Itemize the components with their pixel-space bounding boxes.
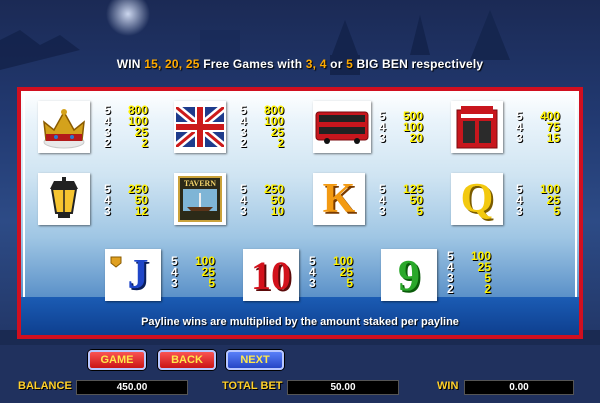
- win-label: WIN: [437, 380, 459, 392]
- paytable-panel: 5 800 4 100 3 25 22 5 800 4 100 3 25 22 5 500: [17, 87, 583, 339]
- next-button[interactable]: NEXT: [226, 350, 284, 370]
- union-flag-icon: [174, 101, 226, 153]
- letter-k-icon: K: [313, 173, 365, 225]
- nine-label: 9: [398, 250, 420, 300]
- double-decker-bus-icon: [313, 101, 371, 153]
- letter-j-icon: J: [105, 249, 161, 301]
- number-10-icon: 10: [243, 249, 299, 301]
- lamp-payouts: 5 250 4 50 3 12: [104, 182, 148, 218]
- king-label: K: [322, 176, 356, 222]
- phone-payouts: 5 400 4 75 3 15: [516, 109, 560, 145]
- total-bet-label: TOTAL BET: [222, 380, 283, 392]
- banner-suffix: respectively: [411, 57, 484, 71]
- flag-payouts: 5 800 4 100 3 25 22: [240, 103, 284, 150]
- status-bar: BALANCE 450.00 TOTAL BET 50.00 WIN 0.00: [0, 376, 600, 403]
- king-payouts: 5 125 4 50 35: [379, 182, 423, 218]
- crown-icon: [38, 101, 90, 153]
- letter-q-icon: Q: [451, 173, 503, 225]
- queen-label: Q: [460, 176, 494, 222]
- telephone-box-icon: [451, 101, 503, 153]
- banner-free-games-20: 20,: [165, 57, 183, 71]
- tavern-label: TAVERN: [184, 179, 216, 188]
- jack-payouts: 5 100 4 25 35: [171, 254, 215, 290]
- street-lamp-icon: [38, 173, 90, 225]
- free-games-banner: WIN 15, 20, 25 Free Games with 3, 4 or 5…: [0, 57, 600, 71]
- balance-value: 450.00: [76, 380, 188, 395]
- banner-prefix: WIN: [116, 57, 141, 71]
- banner-mid-text: Free Games with: [203, 57, 303, 71]
- queen-payouts: 5 100 4 25 35: [516, 182, 560, 218]
- balance-label: BALANCE: [18, 380, 72, 392]
- back-button[interactable]: BACK: [158, 350, 216, 370]
- nine-payouts: 5 100 4 25 35 22: [447, 249, 491, 296]
- ten-label: 10: [251, 252, 291, 298]
- tavern-payouts: 5 250 4 50 3 10: [240, 182, 284, 218]
- game-button[interactable]: GAME: [88, 350, 146, 370]
- banner-count-3: 3,: [305, 57, 317, 71]
- win-value: 0.00: [464, 380, 574, 395]
- number-9-icon: 9: [381, 249, 437, 301]
- jack-label: J: [127, 252, 149, 298]
- banner-count-5: 5: [346, 57, 353, 71]
- crown-payouts: 5 800 4 100 3 25 22: [104, 103, 148, 150]
- payline-footnote: Payline wins are multiplied by the amoun…: [141, 316, 459, 328]
- banner-free-games-15: 15,: [144, 57, 162, 71]
- tavern-sign-icon: TAVERN: [174, 173, 226, 225]
- ten-payouts: 5 100 4 25 35: [309, 254, 353, 290]
- bus-payouts: 5 500 4 100 3 20: [379, 109, 423, 145]
- banner-count-4: 4: [319, 57, 327, 71]
- banner-or: or: [330, 57, 343, 71]
- banner-free-games-25: 25: [185, 57, 200, 71]
- banner-big-ben: BIG BEN: [356, 57, 408, 71]
- total-bet-value: 50.00: [287, 380, 399, 395]
